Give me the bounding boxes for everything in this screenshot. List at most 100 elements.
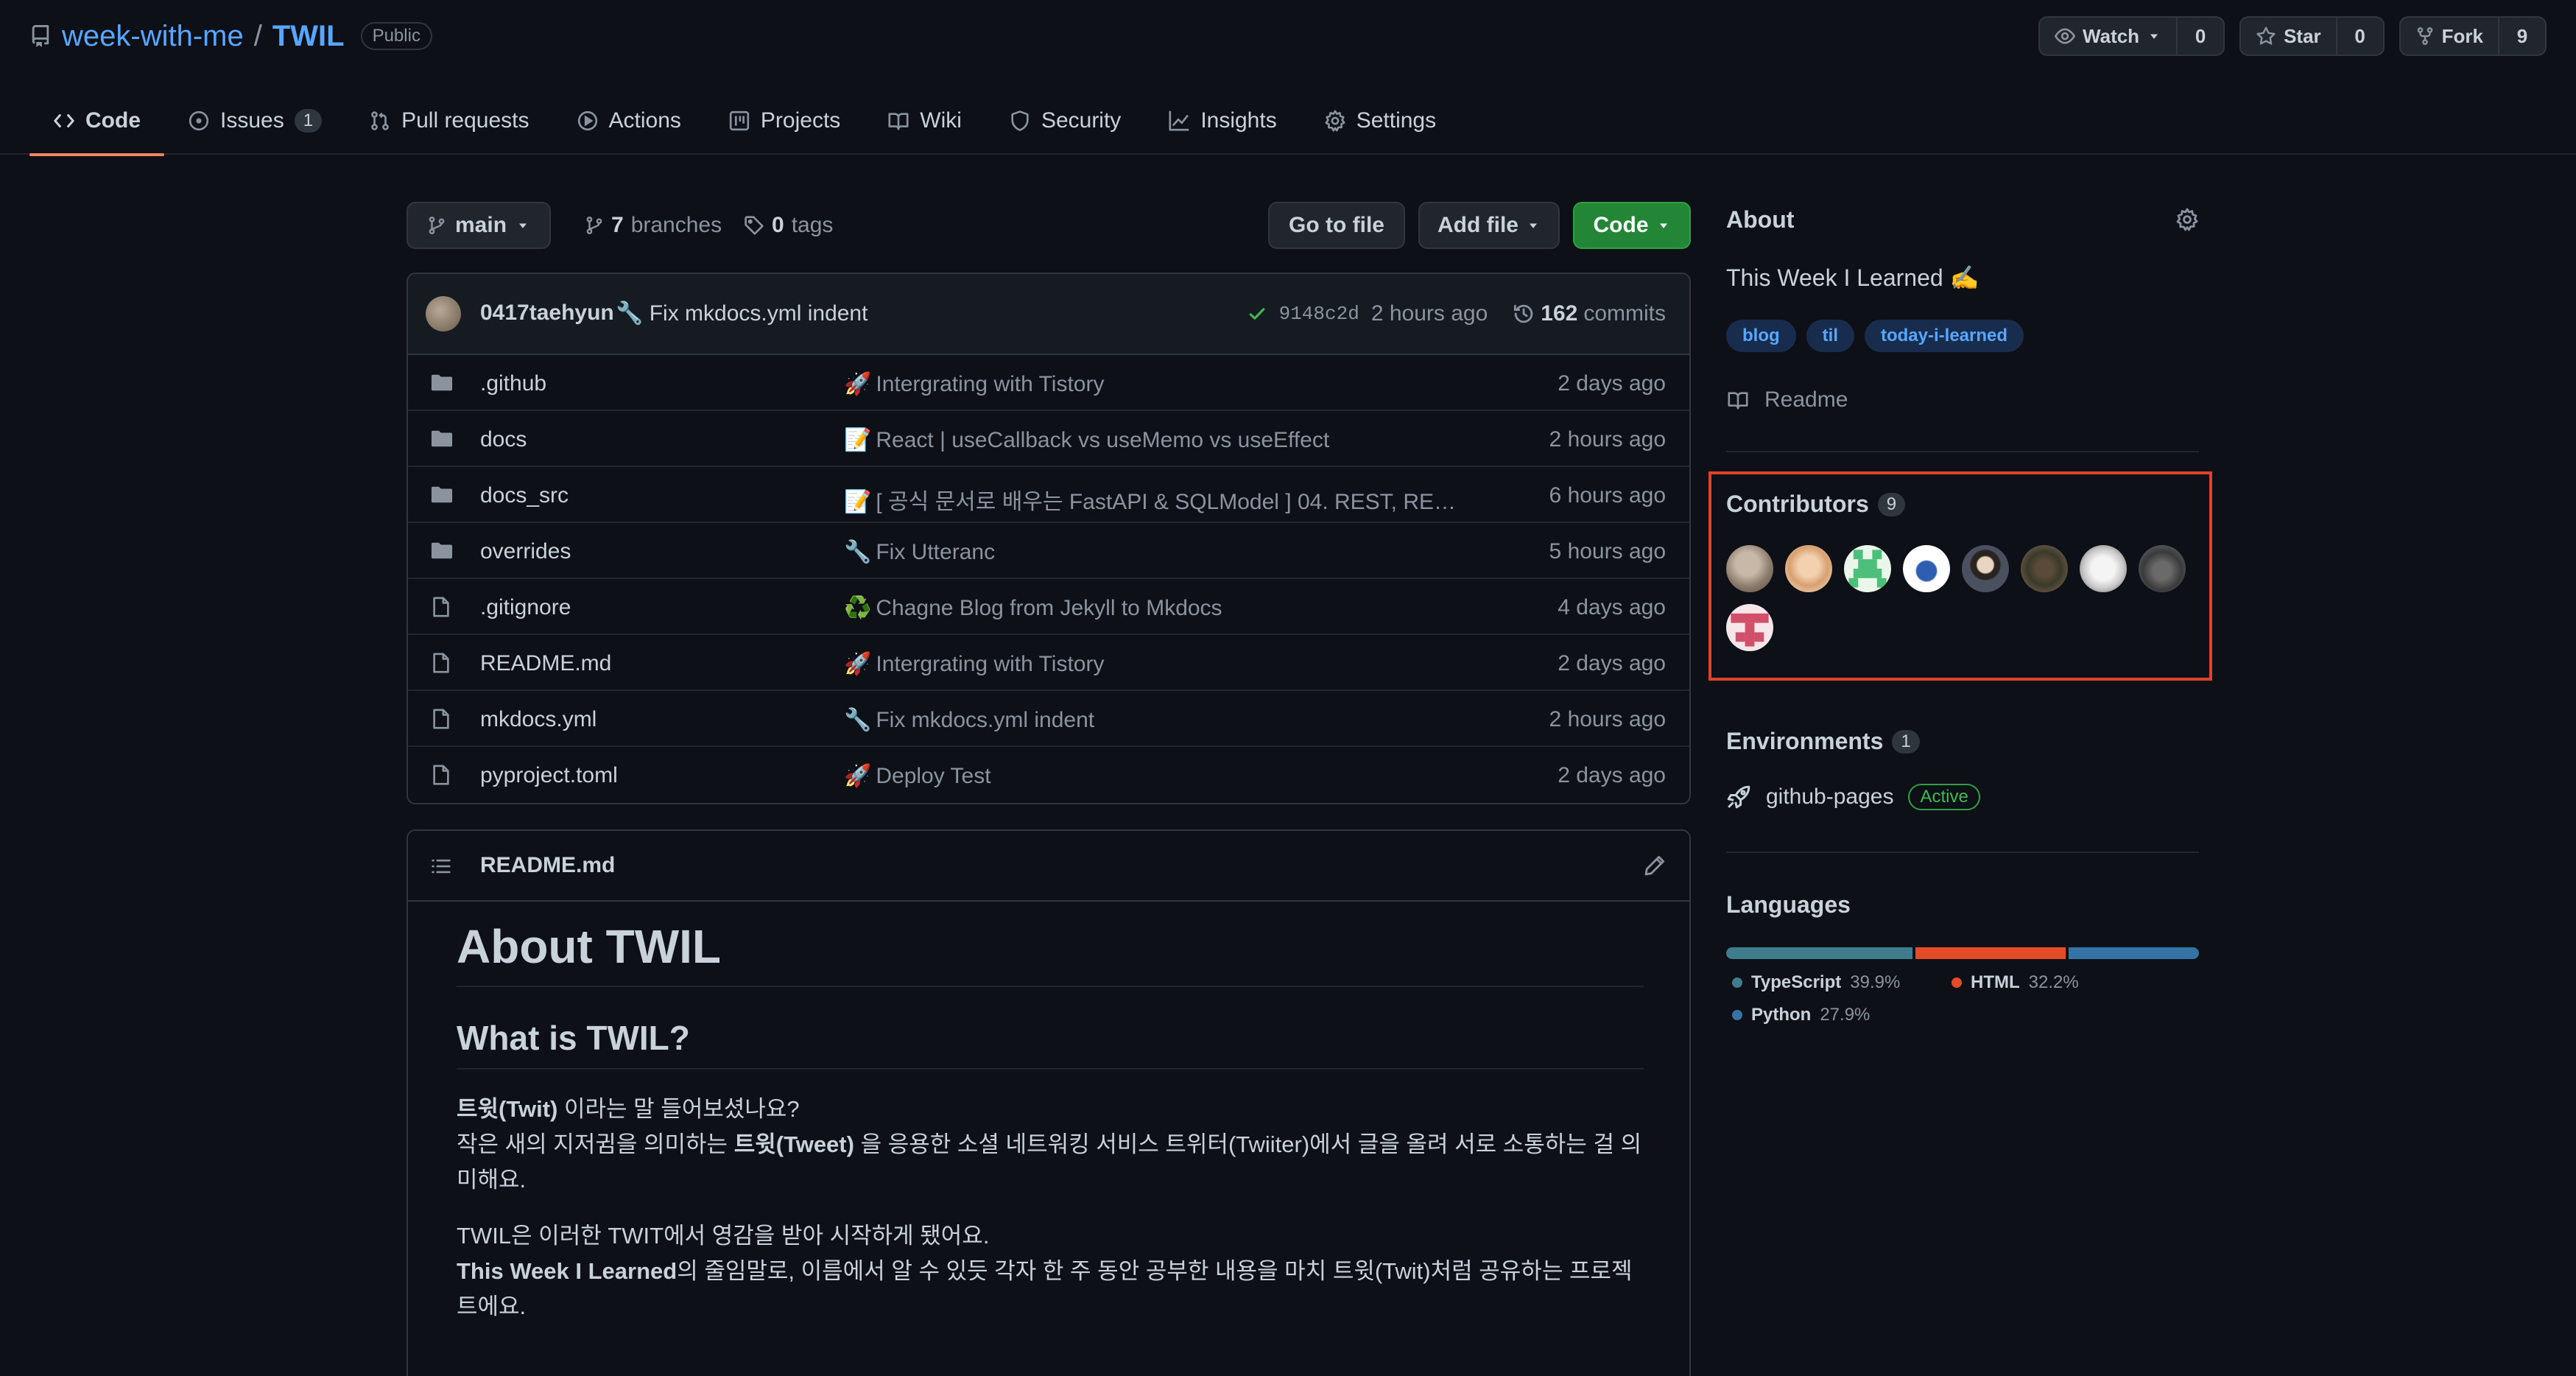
gear-icon[interactable] <box>2175 208 2199 231</box>
readme-link[interactable]: Readme <box>1726 387 1848 413</box>
commits-history-link[interactable]: 162 commits <box>1513 301 1666 326</box>
environments-counter: 1 <box>1892 729 1920 754</box>
file-commit-link[interactable]: 📝[ 공식 문서로 배우는 FastAPI & SQLModel ] 04. R… <box>844 483 1463 516</box>
code-button[interactable]: Code <box>1573 202 1691 249</box>
avatar[interactable] <box>426 296 461 331</box>
branch-selector[interactable]: main <box>407 202 552 249</box>
language-bar-segment[interactable] <box>1726 947 1912 959</box>
file-name-link[interactable]: docs_src <box>480 483 569 508</box>
branches-link[interactable]: 7 branches <box>585 202 722 249</box>
add-file-label: Add file <box>1437 213 1518 237</box>
language-item[interactable]: Python 27.9% <box>1732 1005 1870 1025</box>
avatar[interactable] <box>1844 545 1891 592</box>
readme-filename[interactable]: README.md <box>480 853 615 878</box>
commit-message: Fix mkdocs.yml indent <box>649 301 868 326</box>
file-row[interactable]: .gitignore ♻️ Chagne Blog from Jekyll to … <box>408 579 1689 635</box>
avatar[interactable] <box>2080 545 2127 592</box>
tab-actions[interactable]: Actions <box>553 87 705 155</box>
environments-title[interactable]: Environments 1 <box>1726 728 1920 755</box>
chevron-down-icon <box>515 218 530 233</box>
file-name-link[interactable]: mkdocs.yml <box>480 707 597 732</box>
language-dot <box>1952 977 1962 988</box>
file-name-link[interactable]: pyproject.toml <box>480 763 618 788</box>
file-age: 2 days ago <box>1558 371 1666 396</box>
latest-commit-bar: 0417taehyun 🔧 Fix mkdocs.yml indent 9148… <box>408 274 1689 355</box>
file-row[interactable]: docs_src 📝[ 공식 문서로 배우는 FastAPI & SQLMode… <box>408 467 1689 523</box>
file-commit-message: Fix Utteranc <box>876 540 996 564</box>
file-commit-link[interactable]: 🚀 Intergrating with Tistory <box>844 371 1463 397</box>
avatar[interactable] <box>1726 604 1773 651</box>
file-commit-message: [ 공식 문서로 배우는 FastAPI & SQLModel ] 04. RE… <box>876 490 1463 514</box>
tab-pull-requests[interactable]: Pull requests <box>345 87 552 155</box>
file-commit-link[interactable]: 🔧 Fix mkdocs.yml indent <box>844 707 1463 733</box>
avatar[interactable] <box>1903 545 1950 592</box>
language-bar-segment[interactable] <box>1915 947 2066 959</box>
repo-name-link[interactable]: TWIL <box>272 20 345 53</box>
tab-code[interactable]: Code <box>29 87 164 156</box>
commit-sha-link[interactable]: 9148c2d <box>1279 303 1359 325</box>
file-row[interactable]: mkdocs.yml 🔧 Fix mkdocs.yml indent 2 hour… <box>408 691 1689 747</box>
file-row[interactable]: docs 📝 React | useCallback vs useMemo vs … <box>408 411 1689 467</box>
tab-security[interactable]: Security <box>985 87 1144 155</box>
file-row[interactable]: README.md 🚀 Intergrating with Tistory 2 d… <box>408 635 1689 691</box>
environment-item[interactable]: github-pages Active <box>1726 784 1980 810</box>
tab-settings[interactable]: Settings <box>1301 87 1460 155</box>
file-commit-message: Fix mkdocs.yml indent <box>876 708 1095 732</box>
file-commit-message: Intergrating with Tistory <box>876 372 1105 396</box>
commit-message-link[interactable]: 🔧 Fix mkdocs.yml indent <box>616 301 868 326</box>
language-item[interactable]: TypeScript 39.9% <box>1732 972 1900 993</box>
file-commit-link[interactable]: 📝 React | useCallback vs useMemo vs useEf… <box>844 427 1463 453</box>
repo-owner-link[interactable]: week-with-me <box>62 20 244 53</box>
branch-name: main <box>455 213 507 237</box>
file-name-link[interactable]: docs <box>480 427 527 452</box>
play-icon <box>577 110 599 132</box>
avatar[interactable] <box>1726 545 1773 592</box>
fork-count[interactable]: 9 <box>2498 18 2545 55</box>
contributors-title[interactable]: Contributors 9 <box>1726 491 1906 518</box>
fork-button-group: Fork 9 <box>2399 16 2547 56</box>
go-to-file-button[interactable]: Go to file <box>1268 202 1405 249</box>
language-bar-segment[interactable] <box>2069 947 2199 959</box>
file-commit-link[interactable]: ♻️ Chagne Blog from Jekyll to Mkdocs <box>844 595 1463 621</box>
file-age: 6 hours ago <box>1549 483 1666 508</box>
avatar[interactable] <box>2021 545 2068 592</box>
topic-tag[interactable]: til <box>1806 320 1854 352</box>
tab-issues[interactable]: Issues 1 <box>164 87 345 155</box>
divider <box>1726 451 2199 452</box>
watch-button[interactable]: Watch <box>2040 18 2176 55</box>
watch-count[interactable]: 0 <box>2176 18 2223 55</box>
go-to-file-label: Go to file <box>1289 213 1384 237</box>
file-name-link[interactable]: .github <box>480 371 546 396</box>
folder-icon <box>430 483 454 505</box>
tab-wiki[interactable]: Wiki <box>864 87 985 155</box>
check-icon[interactable] <box>1247 303 1267 324</box>
file-row[interactable]: overrides 🔧 Fix Utteranc 5 hours ago <box>408 523 1689 579</box>
star-button[interactable]: Star <box>2241 18 2336 55</box>
language-item[interactable]: HTML 32.2% <box>1952 972 2079 993</box>
file-row[interactable]: .github 🚀 Intergrating with Tistory 2 day… <box>408 355 1689 411</box>
file-name-link[interactable]: README.md <box>480 651 611 676</box>
avatar[interactable] <box>1785 545 1832 592</box>
file-row[interactable]: pyproject.toml 🚀 Deploy Test 2 days ago <box>408 747 1689 803</box>
star-count[interactable]: 0 <box>2335 18 2383 55</box>
file-name-link[interactable]: overrides <box>480 539 571 564</box>
readme-bold: This Week I Learned <box>457 1258 678 1284</box>
tags-count: 0 <box>772 213 784 237</box>
fork-button[interactable]: Fork <box>2401 18 2498 55</box>
file-commit-link[interactable]: 🚀 Deploy Test <box>844 763 1463 789</box>
file-commit-link[interactable]: 🚀 Intergrating with Tistory <box>844 651 1463 677</box>
list-icon[interactable] <box>430 856 452 877</box>
commit-author-link[interactable]: 0417taehyun <box>480 301 614 326</box>
avatar[interactable] <box>1962 545 2009 592</box>
add-file-button[interactable]: Add file <box>1418 202 1560 249</box>
tab-insights[interactable]: Insights <box>1144 87 1300 155</box>
file-commit-link[interactable]: 🔧 Fix Utteranc <box>844 539 1463 565</box>
tags-link[interactable]: 0 tags <box>744 202 833 249</box>
file-icon <box>430 651 452 675</box>
topic-tag[interactable]: blog <box>1726 320 1796 352</box>
file-name-link[interactable]: .gitignore <box>480 595 571 620</box>
topic-tag[interactable]: today-i-learned <box>1864 320 2024 352</box>
pencil-icon[interactable] <box>1644 854 1666 877</box>
avatar[interactable] <box>2139 545 2186 592</box>
tab-projects[interactable]: Projects <box>705 87 864 155</box>
